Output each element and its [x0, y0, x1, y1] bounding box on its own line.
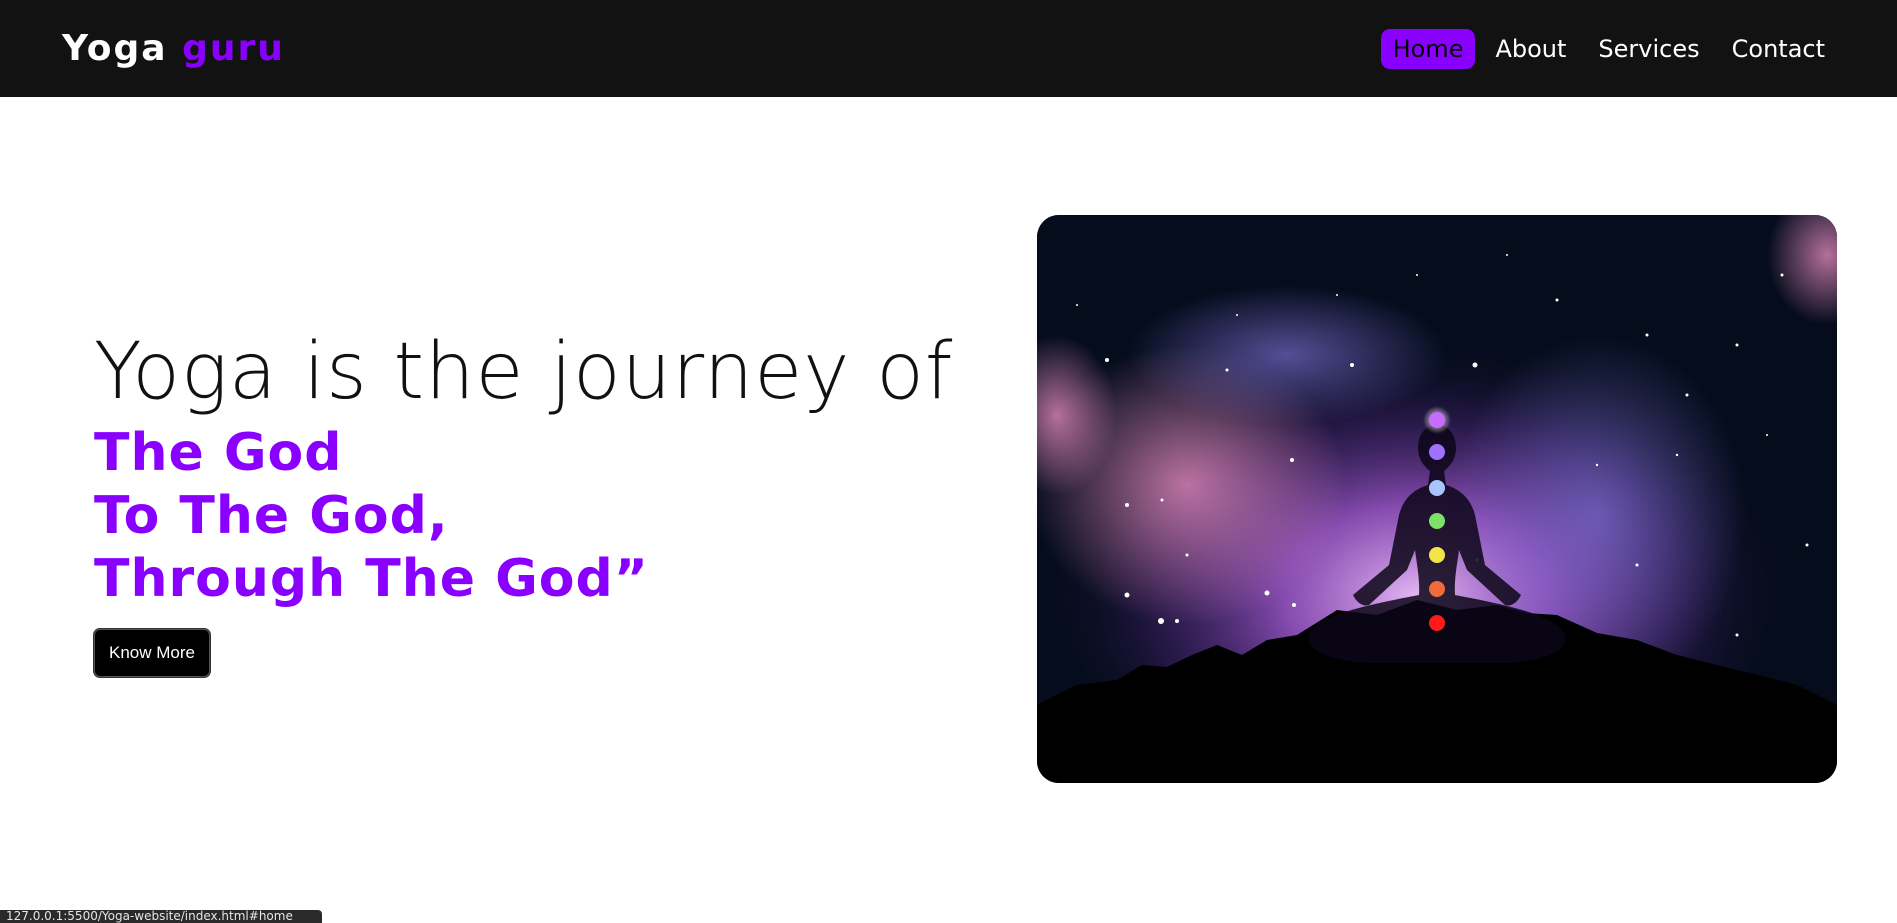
nav-link-home[interactable]: Home [1380, 28, 1476, 69]
hero-text: Yoga is the journey of The God To The Go… [94, 327, 954, 677]
meditation-image [1037, 215, 1837, 783]
navbar: Yoga guru Home About Services Contact [0, 0, 1897, 97]
hero-subline-3: Through The God” [94, 548, 649, 609]
nav-link-about[interactable]: About [1483, 29, 1578, 69]
status-bar-url: 127.0.0.1:5500/Yoga-website/index.html#h… [0, 910, 322, 923]
nav-link-contact[interactable]: Contact [1720, 29, 1837, 69]
hero-image [1037, 215, 1837, 783]
hero-subline-1: The God [94, 422, 343, 483]
hero-subline-2: To The God, [94, 485, 449, 546]
know-more-button[interactable]: Know More [94, 628, 210, 677]
hero-subline: The God To The God, Through The God” [94, 422, 944, 611]
nav-links: Home About Services Contact [1380, 28, 1837, 69]
logo-primary: Yoga [62, 28, 168, 69]
logo-accent: guru [182, 28, 285, 69]
hero-headline: Yoga is the journey of [94, 327, 954, 417]
nav-link-services[interactable]: Services [1586, 29, 1711, 69]
logo[interactable]: Yoga guru [62, 28, 285, 69]
